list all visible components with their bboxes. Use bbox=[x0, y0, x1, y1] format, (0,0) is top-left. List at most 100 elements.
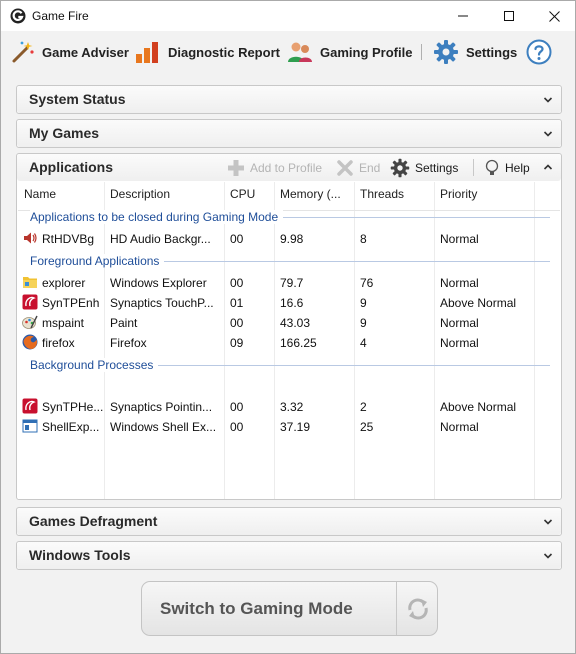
process-name[interactable]: SynTPEnh bbox=[42, 296, 99, 310]
applications-panel: Applications Add to Profile End Settings… bbox=[16, 153, 562, 500]
column-header-description[interactable]: Description bbox=[110, 187, 170, 201]
process-priority: Normal bbox=[440, 276, 479, 290]
applications-settings-label: Settings bbox=[415, 161, 459, 175]
games-defragment-header[interactable]: Games Defragment bbox=[17, 508, 561, 535]
group-header-close-during-gaming: Applications to be closed during Gaming … bbox=[30, 210, 284, 224]
process-name[interactable]: ShellExp... bbox=[42, 420, 99, 434]
process-name[interactable]: firefox bbox=[42, 336, 75, 350]
window-icon bbox=[22, 419, 38, 433]
title-bar: Game Fire bbox=[1, 1, 575, 31]
bar-chart-icon bbox=[136, 42, 158, 63]
process-threads: 76 bbox=[360, 276, 374, 290]
applications-help-button[interactable]: Help bbox=[484, 158, 530, 178]
minimize-icon bbox=[458, 15, 468, 17]
windows-tools-header[interactable]: Windows Tools bbox=[17, 542, 561, 569]
process-memory: 79.7 bbox=[280, 276, 304, 290]
help-label: Help bbox=[505, 161, 530, 175]
chevron-down-icon[interactable] bbox=[543, 129, 553, 139]
synaptics-icon bbox=[22, 294, 38, 310]
windows-tools-panel[interactable]: Windows Tools bbox=[16, 541, 562, 570]
process-description: Synaptics Pointin... bbox=[110, 400, 213, 414]
window-title: Game Fire bbox=[32, 9, 89, 23]
diagnostic-report-button[interactable]: Diagnostic Report bbox=[135, 39, 280, 65]
firefox-icon bbox=[22, 334, 38, 350]
gaming-profile-label: Gaming Profile bbox=[320, 44, 413, 60]
settings-button[interactable]: Settings bbox=[433, 39, 517, 65]
maximize-button[interactable] bbox=[486, 1, 532, 31]
process-name[interactable]: explorer bbox=[42, 276, 85, 290]
gaming-mode-toggle[interactable] bbox=[396, 582, 438, 635]
end-process-button[interactable]: End bbox=[336, 158, 380, 178]
process-name[interactable]: SynTPHe... bbox=[42, 400, 103, 414]
lightbulb-icon bbox=[485, 159, 499, 175]
my-games-header[interactable]: My Games bbox=[17, 120, 561, 147]
column-header-cpu[interactable]: CPU bbox=[230, 187, 255, 201]
main-toolbar: Game Adviser Diagnostic Report Gaming Pr… bbox=[1, 32, 575, 72]
applications-title: Applications bbox=[29, 159, 114, 175]
column-header-memory[interactable]: Memory (... bbox=[280, 187, 341, 201]
magic-wand-icon bbox=[12, 41, 34, 63]
process-memory: 43.03 bbox=[280, 316, 311, 330]
process-cpu: 00 bbox=[230, 420, 244, 434]
header-separator bbox=[473, 159, 474, 176]
system-status-header[interactable]: System Status bbox=[17, 86, 561, 113]
app-window: Game Fire Game Adviser Diagnostic Report… bbox=[0, 0, 576, 654]
add-to-profile-button[interactable]: Add to Profile bbox=[227, 158, 322, 178]
process-priority: Normal bbox=[440, 420, 479, 434]
column-divider bbox=[434, 182, 435, 499]
gear-icon bbox=[434, 40, 458, 64]
process-description: Paint bbox=[110, 316, 138, 330]
help-icon[interactable] bbox=[526, 39, 552, 65]
process-threads: 2 bbox=[360, 400, 367, 414]
speaker-icon bbox=[24, 232, 37, 244]
applications-header[interactable]: Applications Add to Profile End Settings… bbox=[17, 154, 561, 181]
my-games-panel[interactable]: My Games bbox=[16, 119, 562, 148]
folder-icon bbox=[23, 277, 37, 288]
close-icon bbox=[548, 10, 560, 22]
game-adviser-button[interactable]: Game Adviser bbox=[11, 39, 129, 65]
gear-icon bbox=[390, 158, 410, 178]
process-cpu: 09 bbox=[230, 336, 244, 350]
game-adviser-label: Game Adviser bbox=[42, 44, 129, 60]
chevron-down-icon[interactable] bbox=[543, 551, 553, 561]
paint-icon bbox=[22, 315, 38, 329]
system-status-panel[interactable]: System Status bbox=[16, 85, 562, 114]
minimize-button[interactable] bbox=[440, 1, 486, 31]
applications-settings-button[interactable]: Settings bbox=[390, 158, 458, 178]
process-name[interactable]: mspaint bbox=[42, 316, 84, 330]
games-defragment-title: Games Defragment bbox=[29, 513, 158, 529]
process-priority: Above Normal bbox=[440, 296, 517, 310]
switch-to-gaming-mode-button[interactable]: Switch to Gaming Mode bbox=[141, 581, 438, 636]
column-divider bbox=[104, 182, 105, 499]
process-name[interactable]: RtHDVBg bbox=[42, 232, 94, 246]
windows-tools-title: Windows Tools bbox=[29, 547, 131, 563]
process-table: Name Description CPU Memory (... Threads… bbox=[18, 182, 560, 499]
group-header-background: Background Processes bbox=[30, 358, 159, 372]
process-description: Windows Shell Ex... bbox=[110, 420, 217, 434]
process-priority: Normal bbox=[440, 232, 479, 246]
column-header-threads[interactable]: Threads bbox=[360, 187, 404, 201]
diagnostic-report-label: Diagnostic Report bbox=[168, 44, 280, 60]
chevron-down-icon[interactable] bbox=[543, 95, 553, 105]
refresh-icon bbox=[407, 598, 428, 619]
process-threads: 9 bbox=[360, 296, 367, 310]
games-defragment-panel[interactable]: Games Defragment bbox=[16, 507, 562, 536]
close-button[interactable] bbox=[531, 1, 576, 31]
synaptics-icon bbox=[22, 398, 38, 414]
process-threads: 8 bbox=[360, 232, 367, 246]
column-header-name[interactable]: Name bbox=[24, 187, 56, 201]
process-cpu: 01 bbox=[230, 296, 244, 310]
process-memory: 37.19 bbox=[280, 420, 311, 434]
my-games-title: My Games bbox=[29, 125, 100, 141]
maximize-icon bbox=[504, 11, 514, 21]
process-cpu: 00 bbox=[230, 316, 244, 330]
process-priority: Above Normal bbox=[440, 400, 517, 414]
process-description: Windows Explorer bbox=[110, 276, 207, 290]
process-description: Firefox bbox=[110, 336, 147, 350]
process-threads: 4 bbox=[360, 336, 367, 350]
process-cpu: 00 bbox=[230, 232, 244, 246]
chevron-up-icon[interactable] bbox=[543, 162, 553, 172]
chevron-down-icon[interactable] bbox=[543, 517, 553, 527]
column-header-priority[interactable]: Priority bbox=[440, 187, 477, 201]
gaming-profile-button[interactable]: Gaming Profile bbox=[287, 39, 412, 65]
